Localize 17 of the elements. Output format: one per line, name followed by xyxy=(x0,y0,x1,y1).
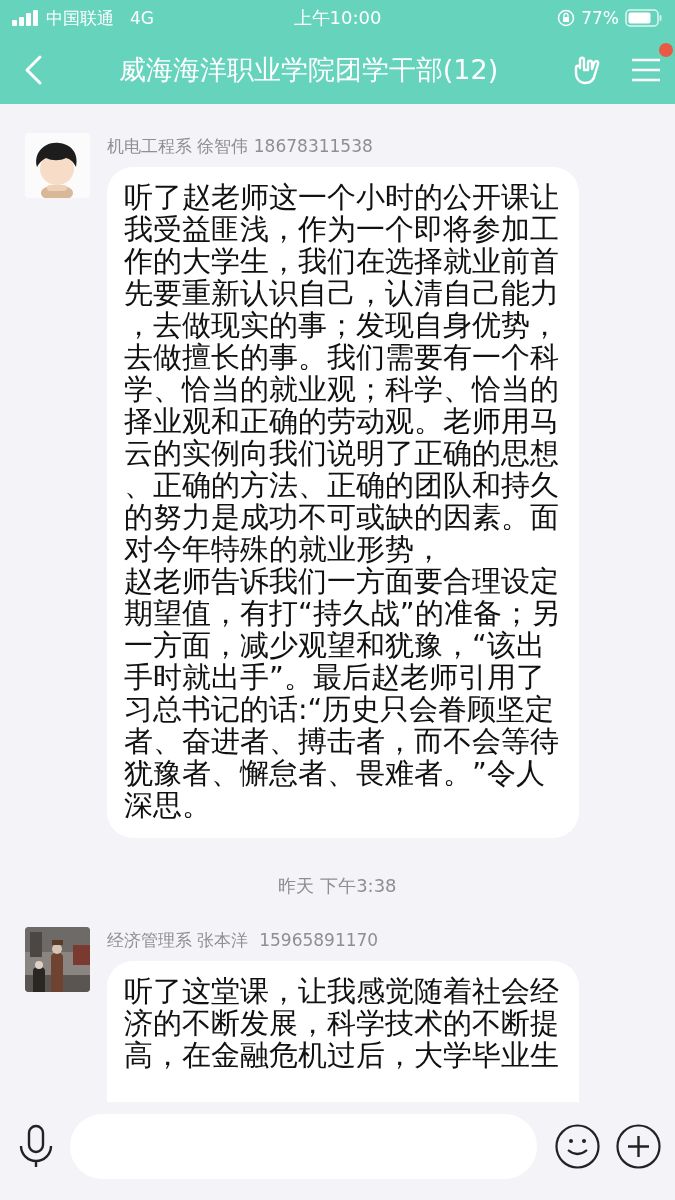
microphone-icon[interactable] xyxy=(18,1124,54,1168)
message-time: 昨天 下午3:38 xyxy=(278,874,397,898)
battery-percent: 77% xyxy=(581,8,619,28)
clock-time: 上午10:00 xyxy=(293,6,382,30)
chat-title: 威海海洋职业学院团学干部(12) xyxy=(117,53,500,87)
message-bubble: 听了赵老师这一个小时的公开课让我受益匪浅，作为一个即将参加工作的大学生，我们在选择就业前首先要重新认识自己，认清自己能力，去做现实的事；发现自身优势，去做擅长的事。我们需要有一个科学、恰当的就业观；科学、恰当的择业观和正确的劳动观。老师用马云的实例向我们说明了正确的思想、正确的方法、正确的团队和持久的努力是成功不可或缺的因素。面对今年特殊的就业形势， 赵老师告诉我们一方面要合理设定期望值，有打“持久战”的准备；另一方面，减少观望和犹豫，“该出手时就出手”。最后赵老师引用了习总书记的话:“历史只会眷顾坚定者、奋进者、搏击者，而不会等待犹豫者、懈怠者、畏难者。”令人深思。 xyxy=(107,167,579,838)
rotation-lock-icon xyxy=(557,9,576,27)
network-type: 4G xyxy=(130,8,154,28)
signal-icon xyxy=(12,10,40,26)
battery-icon xyxy=(625,9,663,27)
message-bubble: 听了这堂课，让我感觉随着社会经济的不断发展，科学技术的不断提高，在金融危机过后，大学毕业生 xyxy=(107,961,579,1102)
menu-icon[interactable] xyxy=(631,57,661,83)
carrier-name: 中国联通 xyxy=(46,6,114,30)
emoji-icon[interactable] xyxy=(555,1123,600,1169)
sender-name: 机电工程系 徐智伟 18678311538 xyxy=(107,135,373,158)
add-icon[interactable] xyxy=(616,1123,661,1169)
sender-name: 经济管理系 张本洋 15965891170 xyxy=(107,929,379,952)
